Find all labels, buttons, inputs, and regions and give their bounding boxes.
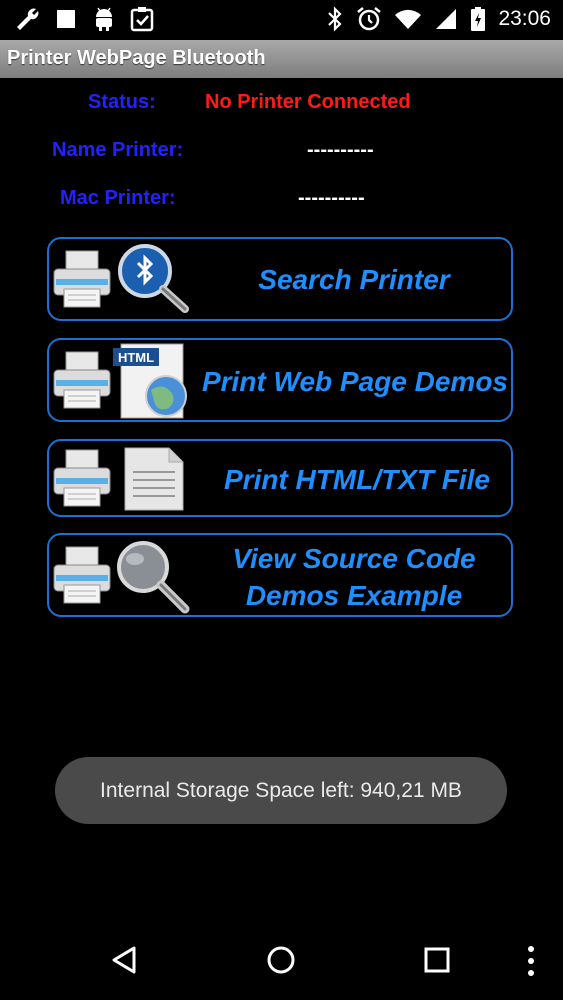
- clock-time: 23:06: [498, 7, 551, 30]
- name-printer-label: Name Printer:: [52, 139, 184, 161]
- status-value: No Printer Connected: [205, 91, 411, 113]
- stop-icon: [57, 10, 75, 28]
- signal-icon: [436, 9, 457, 29]
- storage-toast-text: Internal Storage Space left: 940,21 MB: [100, 779, 462, 802]
- html-globe-icon: HTML: [113, 343, 187, 419]
- view-source-code-button[interactable]: View Source Code Demos Example: [47, 533, 513, 617]
- printer-icon: [53, 351, 111, 409]
- android-icon: [96, 7, 112, 31]
- back-icon[interactable]: [110, 945, 140, 975]
- printer-icon: [53, 250, 111, 308]
- recents-icon[interactable]: [424, 947, 450, 973]
- printer-icon: [53, 546, 111, 604]
- overflow-menu-icon[interactable]: [526, 945, 536, 977]
- html-badge-text: HTML: [118, 350, 154, 365]
- storage-toast: Internal Storage Space left: 940,21 MB: [55, 757, 507, 824]
- document-icon: [124, 447, 184, 511]
- clipboard-check-icon: [130, 7, 154, 32]
- demos-example-label: Demos Example: [245, 580, 463, 611]
- name-printer-value: ----------: [307, 139, 374, 161]
- status-label: Status:: [88, 91, 156, 113]
- view-source-code-label: View Source Code: [232, 543, 476, 574]
- print-html-txt-file-button[interactable]: Print HTML/TXT File: [47, 439, 513, 517]
- mac-printer-label: Mac Printer:: [60, 187, 176, 209]
- print-web-page-demos-button[interactable]: HTML Print Web Page Demos: [47, 338, 513, 422]
- search-printer-button[interactable]: Search Printer: [47, 237, 513, 321]
- printer-icon: [53, 449, 111, 507]
- home-icon[interactable]: [266, 945, 296, 975]
- wrench-icon: [17, 8, 39, 30]
- print-html-txt-file-label: Print HTML/TXT File: [224, 464, 490, 495]
- status-bar: 23:06: [0, 0, 563, 40]
- print-web-page-demos-label: Print Web Page Demos: [201, 366, 508, 397]
- battery-icon: [471, 7, 486, 31]
- search-printer-label: Search Printer: [258, 264, 450, 295]
- bluetooth-icon: [328, 6, 342, 32]
- bluetooth-search-icon: [118, 244, 189, 313]
- alarm-icon: [357, 7, 382, 31]
- magnifier-icon: [117, 541, 190, 614]
- navigation-bar: [0, 920, 563, 1000]
- app-title: Printer WebPage Bluetooth: [7, 47, 266, 69]
- mac-printer-value: ----------: [298, 187, 365, 209]
- wifi-icon: [395, 9, 422, 29]
- app-title-bar: Printer WebPage Bluetooth: [0, 40, 563, 78]
